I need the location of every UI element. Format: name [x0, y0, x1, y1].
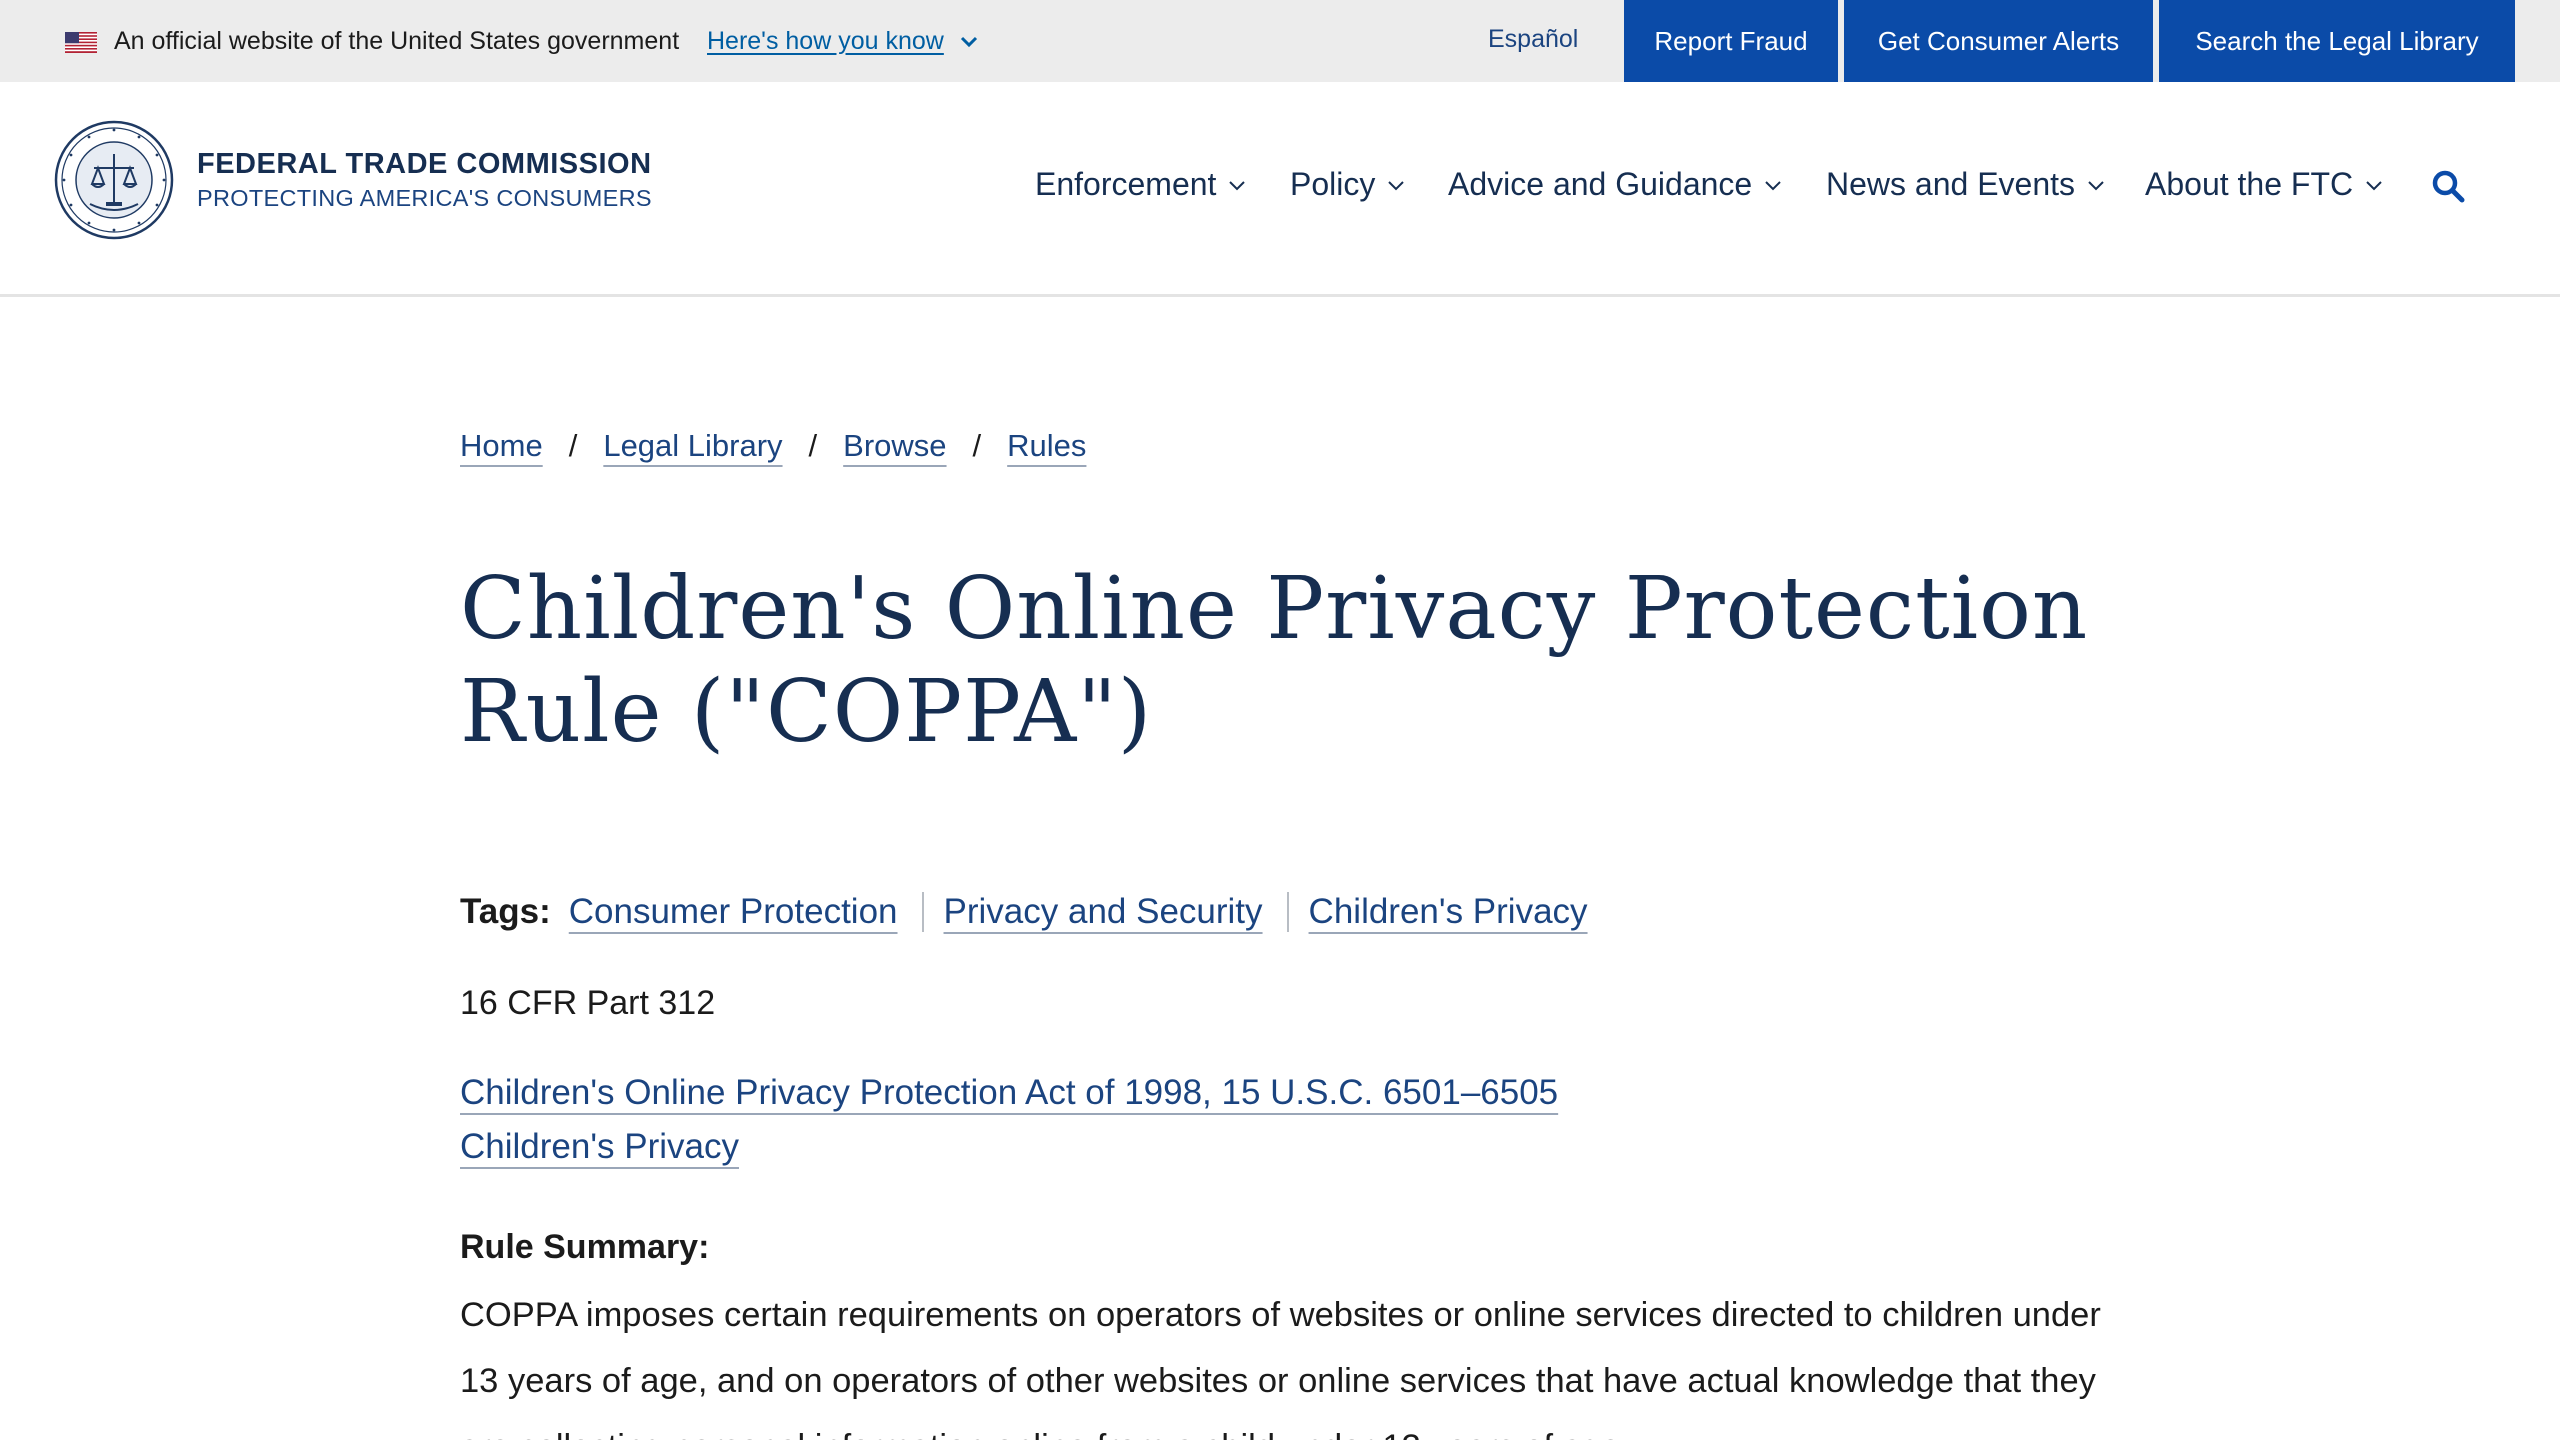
breadcrumb-home[interactable]: Home	[460, 428, 543, 464]
nav-label: About the FTC	[2145, 166, 2354, 202]
legal-library-button[interactable]: Search the Legal Library	[2159, 0, 2515, 82]
consumer-alerts-button[interactable]: Get Consumer Alerts	[1844, 0, 2153, 82]
gov-banner: An official website of the United States…	[0, 0, 2560, 82]
breadcrumb: Home / Legal Library / Browse / Rules	[460, 428, 1086, 464]
chevron-down-icon	[1229, 180, 1246, 190]
cfr-citation: 16 CFR Part 312	[460, 984, 716, 1022]
coppa-act-link[interactable]: Children's Online Privacy Protection Act…	[460, 1073, 1558, 1113]
chevron-down-icon	[1388, 180, 1405, 190]
breadcrumb-separator: /	[808, 428, 818, 463]
nav-about-the-ftc[interactable]: About the FTC	[2145, 166, 2383, 203]
nav-label: Policy	[1290, 166, 1376, 202]
nav-label: Enforcement	[1035, 166, 1217, 202]
report-fraud-button[interactable]: Report Fraud	[1624, 0, 1838, 82]
official-website-text: An official website of the United States…	[114, 27, 680, 55]
nav-enforcement[interactable]: Enforcement	[1035, 166, 1246, 203]
rule-summary-heading: Rule Summary:	[460, 1228, 710, 1266]
us-flag-icon	[65, 32, 97, 53]
espanol-link[interactable]: Español	[1488, 25, 1578, 54]
nav-news-and-events[interactable]: News and Events	[1826, 166, 2105, 203]
chevron-down-icon[interactable]	[958, 31, 980, 53]
ftc-seal-logo[interactable]	[54, 120, 174, 240]
nav-label: News and Events	[1826, 166, 2076, 202]
breadcrumb-legal-library[interactable]: Legal Library	[603, 428, 782, 464]
breadcrumb-separator: /	[568, 428, 578, 463]
how-you-know-link[interactable]: Here's how you know	[707, 27, 944, 56]
tag-privacy-and-security[interactable]: Privacy and Security	[944, 892, 1263, 932]
search-icon[interactable]	[2430, 168, 2466, 204]
tags-row: Tags: Consumer Protection Privacy and Se…	[460, 892, 1588, 932]
agency-tagline: PROTECTING AMERICA'S CONSUMERS	[197, 185, 652, 211]
tag-consumer-protection[interactable]: Consumer Protection	[569, 892, 898, 932]
tags-label: Tags:	[460, 892, 551, 931]
chevron-down-icon	[2088, 180, 2104, 190]
tag-divider	[1286, 892, 1289, 932]
tag-divider	[921, 892, 924, 932]
breadcrumb-rules[interactable]: Rules	[1007, 428, 1086, 464]
breadcrumb-separator: /	[972, 428, 982, 463]
chevron-down-icon	[2366, 180, 2382, 190]
nav-policy[interactable]: Policy	[1290, 166, 1405, 203]
breadcrumb-browse[interactable]: Browse	[843, 428, 946, 464]
nav-label: Advice and Guidance	[1448, 166, 1753, 202]
tag-childrens-privacy[interactable]: Children's Privacy	[1309, 892, 1588, 932]
chevron-down-icon	[1765, 180, 1781, 190]
childrens-privacy-link[interactable]: Children's Privacy	[460, 1127, 739, 1167]
rule-summary-text: COPPA imposes certain requirements on op…	[460, 1296, 2101, 1440]
site-header: FEDERAL TRADE COMMISSION PROTECTING AMER…	[0, 82, 2560, 297]
page-title: Children's Online Privacy Protection Rul…	[460, 559, 2089, 762]
agency-name[interactable]: FEDERAL TRADE COMMISSION	[197, 148, 652, 181]
nav-advice-and-guidance[interactable]: Advice and Guidance	[1448, 166, 1782, 203]
